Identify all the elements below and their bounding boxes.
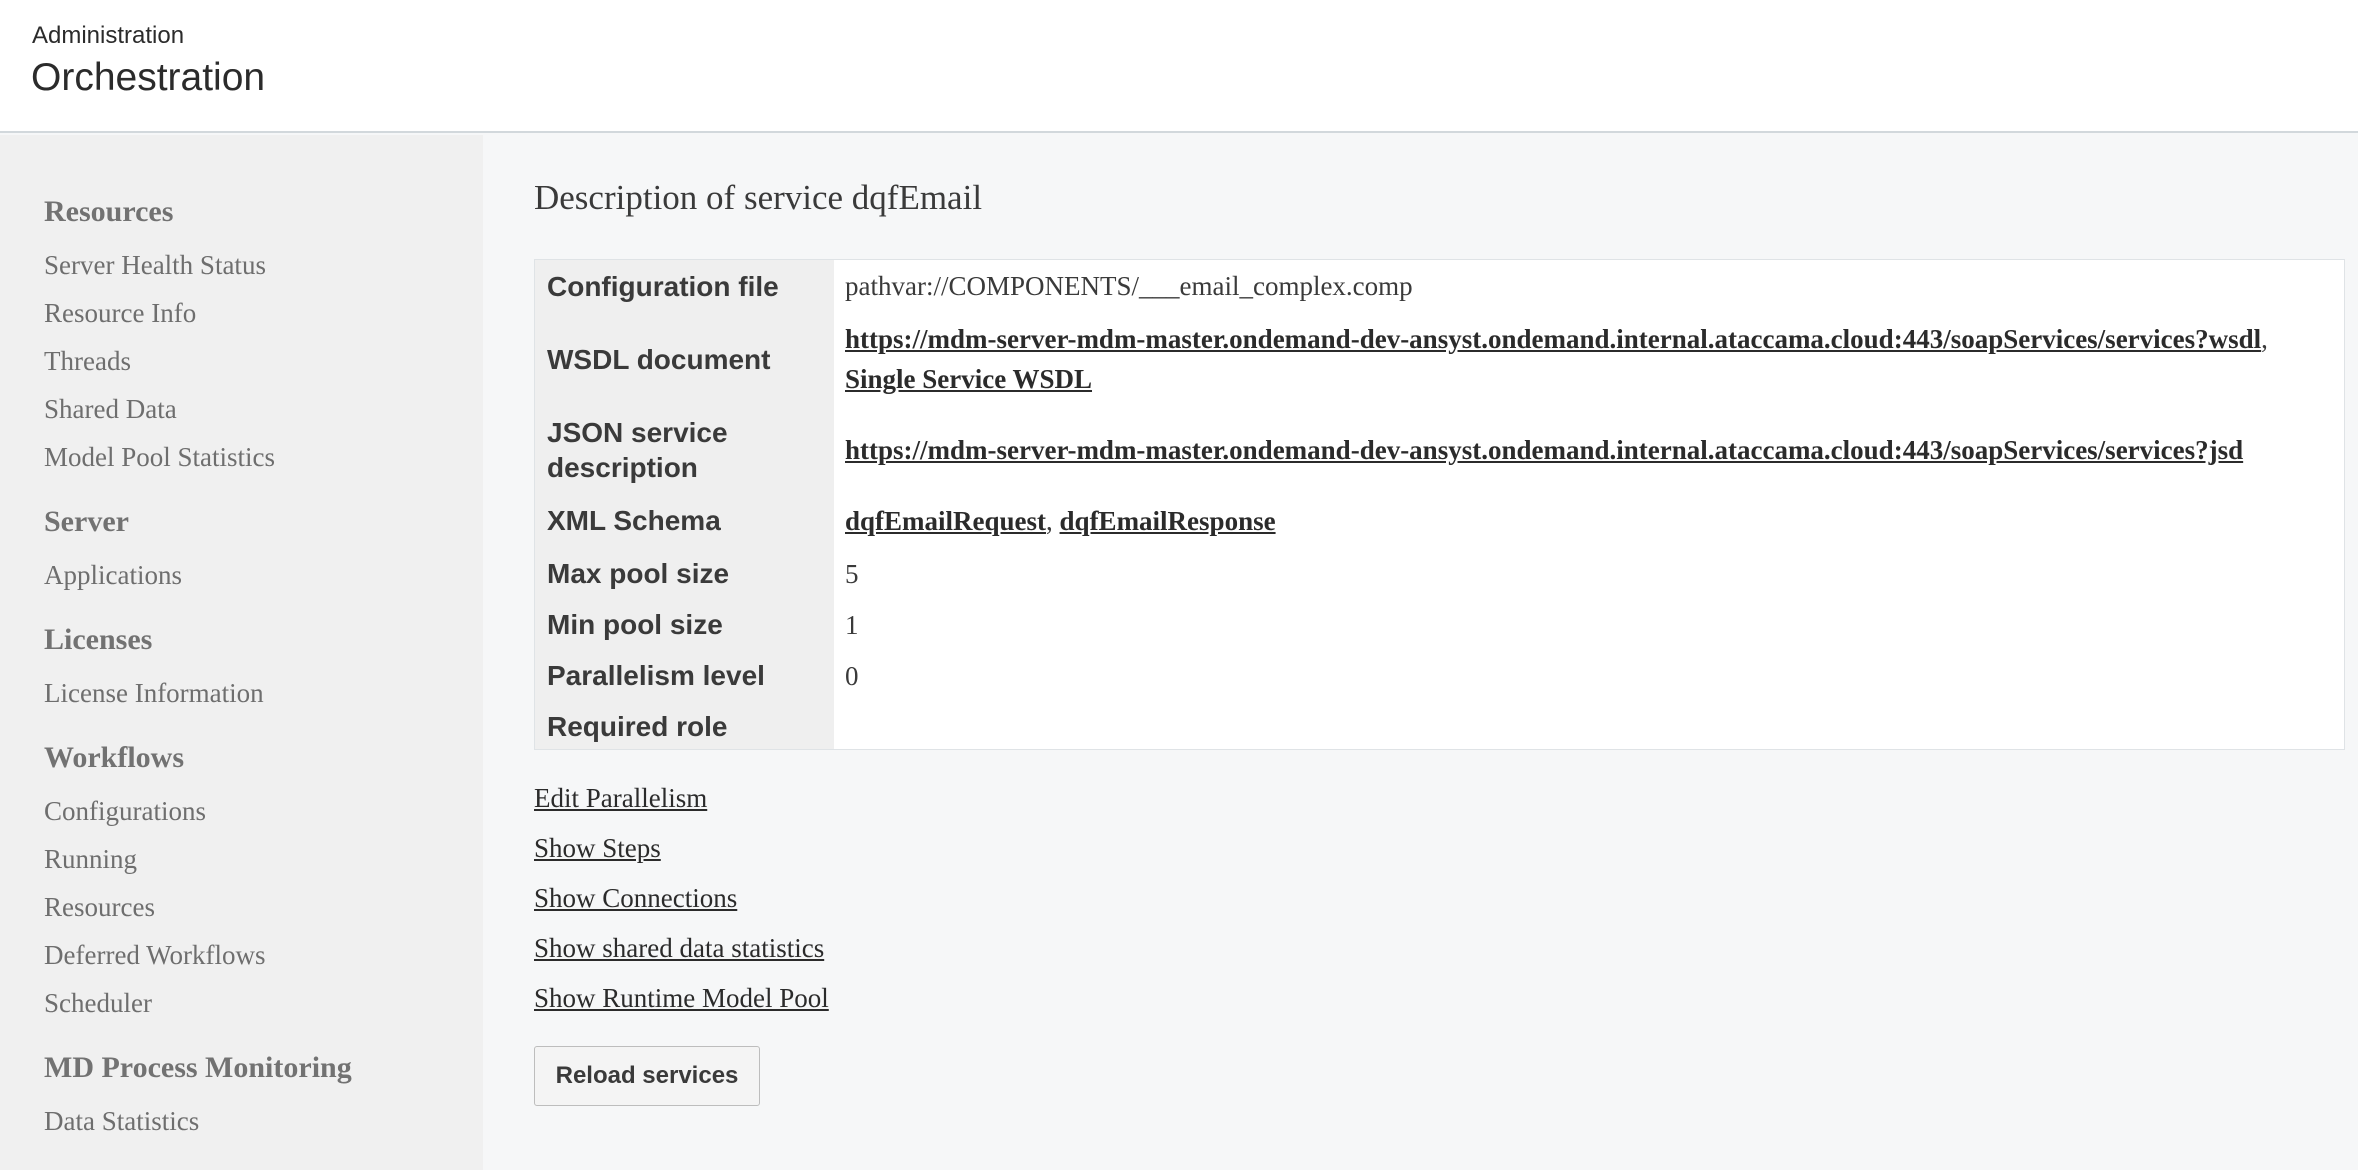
sidebar-heading-md-process-monitoring: MD Process Monitoring — [44, 1051, 352, 1084]
show-connections-link[interactable]: Show Connections — [534, 883, 737, 914]
service-title: Description of service dqfEmail — [534, 178, 983, 217]
sidebar-item-scheduler[interactable]: Scheduler — [44, 988, 152, 1019]
sidebar-heading-workflows: Workflows — [44, 741, 185, 774]
wsdl-link[interactable]: https://mdm-server-mdm-master.ondemand-d… — [845, 324, 2261, 354]
sidebar-item-model-pool-statistics[interactable]: Model Pool Statistics — [44, 442, 275, 473]
dqf-email-request-link[interactable]: dqfEmailRequest — [845, 506, 1046, 536]
sidebar-nav: Resources Server Health Status Resource … — [0, 135, 483, 1170]
main-content: Description of service dqfEmail Configur… — [483, 135, 2358, 1170]
xml-schema-separator: , — [1046, 506, 1053, 536]
sidebar-item-resource-info[interactable]: Resource Info — [44, 298, 196, 329]
sidebar-heading-licenses: Licenses — [44, 623, 153, 656]
value-wsdl-single: Single Service WSDL — [845, 359, 1092, 399]
sidebar-item-applications[interactable]: Applications — [44, 560, 182, 591]
sidebar-item-configurations[interactable]: Configurations — [44, 796, 206, 827]
dqf-email-response-link[interactable]: dqfEmailResponse — [1060, 506, 1276, 536]
sidebar-item-threads[interactable]: Threads — [44, 346, 131, 377]
label-json-service-line1: JSON service — [547, 417, 728, 448]
page-header: Administration Orchestration — [0, 0, 2358, 133]
show-runtime-model-pool-link[interactable]: Show Runtime Model Pool — [534, 983, 829, 1014]
label-required-role: Required role — [547, 711, 728, 742]
value-xml-schema: dqfEmailRequest, dqfEmailResponse — [845, 501, 1276, 541]
label-parallelism-level: Parallelism level — [547, 660, 765, 691]
sidebar-item-data-statistics[interactable]: Data Statistics — [44, 1106, 199, 1137]
sidebar-heading-server: Server — [44, 505, 129, 538]
label-xml-schema: XML Schema — [547, 505, 721, 536]
sidebar-item-shared-data[interactable]: Shared Data — [44, 394, 177, 425]
label-max-pool-size: Max pool size — [547, 558, 730, 589]
show-steps-link[interactable]: Show Steps — [534, 833, 661, 864]
single-service-wsdl-link[interactable]: Single Service WSDL — [845, 364, 1092, 394]
value-json-service: https://mdm-server-mdm-master.ondemand-d… — [845, 430, 2243, 470]
label-wsdl-document: WSDL document — [547, 344, 771, 375]
value-parallelism-level: 0 — [845, 661, 859, 691]
sidebar-item-deferred-workflows[interactable]: Deferred Workflows — [44, 940, 266, 971]
value-min-pool-size: 1 — [845, 610, 859, 640]
page-title: Orchestration — [31, 56, 266, 99]
reload-services-button[interactable]: Reload services — [534, 1046, 760, 1106]
sidebar-item-resources[interactable]: Resources — [44, 892, 155, 923]
json-service-link[interactable]: https://mdm-server-mdm-master.ondemand-d… — [845, 435, 2243, 465]
label-json-service-line2: description — [547, 452, 698, 483]
sidebar-item-running[interactable]: Running — [44, 844, 137, 875]
service-info-table: Configuration file pathvar://COMPONENTS/… — [534, 259, 2345, 750]
edit-parallelism-link[interactable]: Edit Parallelism — [534, 783, 707, 814]
value-wsdl-document: https://mdm-server-mdm-master.ondemand-d… — [845, 319, 2268, 359]
sidebar-heading-resources: Resources — [44, 195, 174, 228]
show-shared-data-statistics-link[interactable]: Show shared data statistics — [534, 933, 824, 964]
sidebar-item-license-information[interactable]: License Information — [44, 678, 264, 709]
value-max-pool-size: 5 — [845, 559, 859, 589]
label-configuration-file: Configuration file — [547, 271, 779, 302]
wsdl-separator: , — [2261, 324, 2268, 354]
header-subtitle: Administration — [32, 22, 185, 49]
value-configuration-file: pathvar://COMPONENTS/___email_complex.co… — [845, 271, 1413, 301]
sidebar-item-server-health-status[interactable]: Server Health Status — [44, 250, 266, 281]
label-min-pool-size: Min pool size — [547, 609, 723, 640]
